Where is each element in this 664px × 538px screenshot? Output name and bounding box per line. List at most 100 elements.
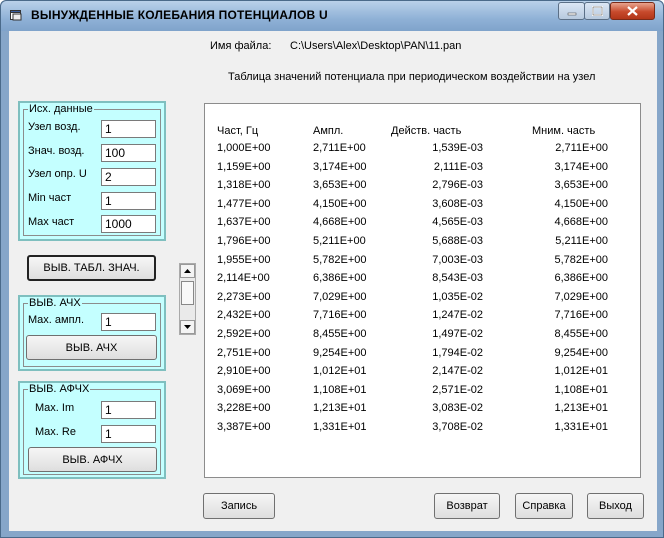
impact-value-input[interactable]: 100 — [101, 144, 156, 162]
table-cell: 2,114E+00 — [217, 272, 270, 285]
minimize-icon — [567, 12, 577, 16]
table-cell: 1,213E+01 — [313, 402, 367, 415]
table-cell: 1,012E+01 — [313, 365, 367, 378]
minimize-button[interactable] — [558, 2, 585, 20]
title-bar[interactable]: ВЫНУЖДЕННЫЕ КОЛЕБАНИЯ ПОТЕНЦИАЛОВ U — [1, 1, 663, 31]
table-cell: 4,668E+00 — [313, 216, 367, 229]
exit-button[interactable]: Выход — [587, 493, 644, 519]
client-area: Имя файла: C:\Users\Alex\Desktop\PAN\11.… — [9, 31, 657, 531]
max-freq-input[interactable]: 1000 — [101, 215, 156, 233]
back-button[interactable]: Возврат — [434, 493, 500, 519]
field-label-impact-value: Знач. возд. — [28, 145, 85, 157]
input-data-panel: Исх. данные Узел возд. 1 Знач. возд. 100… — [18, 101, 166, 241]
input-data-legend: Исх. данные — [28, 103, 94, 115]
table-cell: 1,497E-02 — [432, 328, 483, 340]
help-button[interactable]: Справка — [515, 493, 573, 519]
column-header-imag: Мним. часть — [532, 125, 596, 137]
show-afchx-button[interactable]: ВЫВ. АФЧХ — [28, 447, 157, 472]
table-cell: 5,211E+00 — [555, 235, 608, 247]
max-re-input[interactable]: 1 — [101, 425, 156, 443]
column-header-real: Действ. часть — [391, 125, 462, 137]
table-cell: 1,331E+01 — [554, 421, 608, 433]
table-cell: 7,716E+00 — [313, 309, 367, 322]
column-header-amplitude: Ампл. — [313, 125, 344, 137]
table-cell: 5,782E+00 — [554, 253, 608, 266]
table-cell: 2,432E+00 — [217, 309, 271, 322]
table-cell: 2,571E-02 — [432, 383, 483, 396]
field-label-max-freq: Max част — [28, 216, 75, 228]
table-cell: 1,955E+00 — [217, 253, 271, 266]
table-cell: 1,477E+00 — [217, 197, 271, 210]
table-cell: 3,708E-02 — [432, 421, 483, 433]
table-cell: 1,108E+01 — [313, 383, 367, 396]
save-button[interactable]: Запись — [203, 493, 275, 519]
table-cell: 2,147E-02 — [432, 365, 483, 378]
table-cell: 4,565E-03 — [432, 216, 483, 229]
table-cell: 3,387E+00 — [217, 421, 271, 433]
afchx-legend: ВЫВ. АФЧХ — [28, 383, 91, 395]
max-amplitude-label: Max. ампл. — [28, 314, 85, 326]
show-afc-button[interactable]: ВЫВ. АЧХ — [26, 335, 157, 360]
table-cell: 4,150E+00 — [554, 197, 608, 210]
table-cell: 1,247E-02 — [432, 309, 483, 322]
table-cell: 3,653E+00 — [313, 179, 367, 192]
node-impact-input[interactable]: 1 — [101, 120, 156, 138]
show-table-button[interactable]: ВЫВ. ТАБЛ. ЗНАЧ. — [27, 255, 156, 281]
table-cell: 3,069E+00 — [217, 383, 271, 396]
triangle-down-icon — [184, 325, 191, 329]
table-cell: 1,539E-03 — [432, 142, 483, 154]
field-label-node-u: Узел опр. U — [28, 168, 87, 180]
table-cell: 7,003E-03 — [432, 253, 483, 266]
table-cell: 2,910E+00 — [217, 365, 271, 378]
table-cell: 1,637E+00 — [217, 216, 271, 229]
field-label-node-impact: Узел возд. — [28, 121, 81, 133]
table-cell: 1,108E+01 — [554, 383, 608, 396]
column-header-frequency: Част, Гц — [217, 125, 259, 137]
table-cell: 2,592E+00 — [217, 328, 271, 340]
afchx-panel: ВЫВ. АФЧХ Max. Im 1 Max. Re 1 ВЫВ. АФЧХ — [18, 381, 166, 479]
max-im-input[interactable]: 1 — [101, 401, 156, 419]
scroll-down-button[interactable] — [180, 320, 195, 334]
table-cell: 3,174E+00 — [313, 160, 367, 173]
table-cell: 3,083E-02 — [432, 402, 483, 415]
table-cell: 2,711E+00 — [313, 142, 366, 154]
table-cell: 5,782E+00 — [313, 253, 367, 266]
table-cell: 1,213E+01 — [554, 402, 608, 415]
table-cell: 5,688E-03 — [432, 235, 483, 247]
close-icon — [627, 6, 638, 16]
table-cell: 1,794E-02 — [432, 346, 483, 359]
maximize-button[interactable] — [584, 2, 610, 20]
close-button[interactable] — [610, 2, 655, 20]
table-cell: 1,000E+00 — [217, 142, 271, 154]
table-cell: 7,716E+00 — [554, 309, 608, 322]
file-path: C:\Users\Alex\Desktop\PAN\11.pan — [290, 40, 462, 52]
table-cell: 1,318E+00 — [217, 179, 271, 192]
table-cell: 9,254E+00 — [554, 346, 608, 359]
scroll-thumb[interactable] — [181, 281, 194, 305]
table-cell: 2,111E-03 — [433, 160, 483, 173]
table-cell: 6,386E+00 — [554, 272, 608, 285]
table-cell: 1,035E-02 — [432, 290, 483, 303]
table-cell: 1,331E+01 — [313, 421, 367, 433]
afc-panel: ВЫВ. АЧХ Max. ампл. 1 ВЫВ. АЧХ — [18, 295, 166, 371]
node-u-input[interactable]: 2 — [101, 168, 156, 186]
table-cell: 4,150E+00 — [313, 197, 367, 210]
table-cell: 2,751E+00 — [217, 346, 271, 359]
max-amplitude-input[interactable]: 1 — [101, 313, 156, 331]
app-icon — [10, 10, 22, 21]
vertical-scrollbar[interactable] — [179, 263, 196, 335]
table-cell: 2,796E-03 — [432, 179, 483, 192]
table-cell: 3,174E+00 — [554, 160, 608, 173]
table-cell: 8,543E-03 — [432, 272, 483, 285]
min-freq-input[interactable]: 1 — [101, 192, 156, 210]
table-cell: 8,455E+00 — [554, 328, 608, 340]
scroll-up-button[interactable] — [180, 264, 195, 278]
table-cell: 1,796E+00 — [217, 235, 271, 247]
file-name-label: Имя файла: — [210, 40, 272, 52]
window-title: ВЫНУЖДЕННЫЕ КОЛЕБАНИЯ ПОТЕНЦИАЛОВ U — [31, 8, 328, 22]
table-cell: 4,668E+00 — [554, 216, 608, 229]
values-table: Част, Гц Ампл. Действ. часть Мним. часть… — [204, 103, 641, 478]
table-cell: 8,455E+00 — [313, 328, 367, 340]
table-cell: 1,012E+01 — [554, 365, 608, 378]
table-cell: 3,653E+00 — [554, 179, 608, 192]
